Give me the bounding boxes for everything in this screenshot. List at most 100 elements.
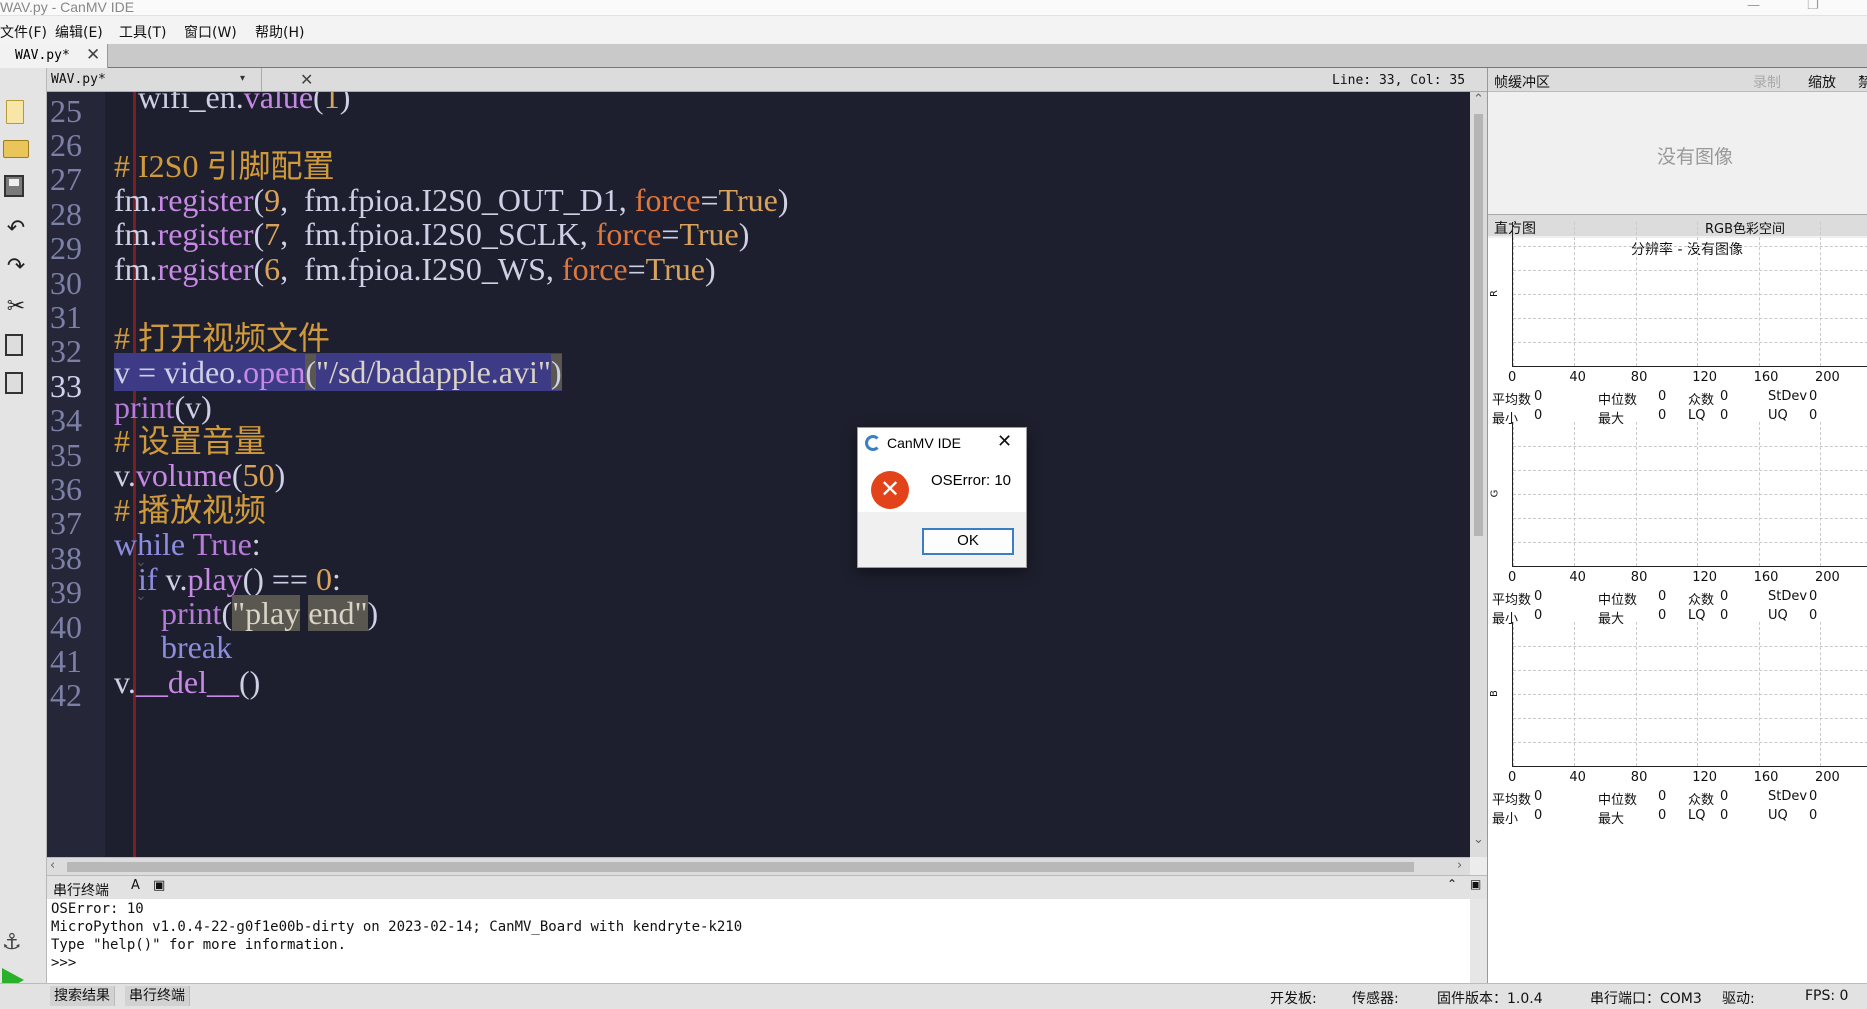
histogram-stat: 中位数	[1598, 593, 1638, 608]
histogram-stat: StDev	[1768, 789, 1808, 804]
code-editor[interactable]: 25 26 27 28 29 30 31 32 33 34 35 36 37 3…	[47, 92, 1470, 857]
code-line-33-selected: v = video.open("/sd/badapple.avi")	[114, 353, 562, 391]
x-tick-label: 0	[1508, 570, 1517, 585]
x-tick-label: 80	[1630, 570, 1648, 585]
scrollbar-thumb[interactable]	[67, 862, 1414, 872]
ok-button[interactable]: OK	[922, 528, 1014, 555]
histogram-stat: 0	[1809, 808, 1818, 823]
editor-header: WAV.py* ▾ ✕ Line: 33, Col: 35	[47, 68, 1487, 92]
dialog-title: CanMV IDE	[887, 435, 961, 451]
scroll-right-icon[interactable]: ›	[1457, 858, 1462, 873]
histogram-stat: 中位数	[1598, 393, 1638, 408]
record-button[interactable]: 录制	[1753, 72, 1781, 92]
editor-close-icon[interactable]: ✕	[300, 70, 313, 89]
left-toolbar: ↶ ↷ ✂ ⚓	[0, 68, 47, 1009]
histogram-stat: 0	[1658, 808, 1667, 823]
histogram-stat: UQ	[1768, 808, 1788, 823]
histogram-channel-r: R 0 40 80 120 160 200 平均数 0 中位数 0 众数 0 StDev 0 最小 0 最大 0 LQ…	[1488, 222, 1867, 427]
scroll-up-icon[interactable]: ⌃	[1473, 92, 1484, 107]
save-icon[interactable]	[4, 175, 24, 197]
file-select-label: WAV.py*	[51, 72, 106, 87]
histogram-stat: 0	[1658, 608, 1667, 623]
save-log-icon[interactable]: ▣	[153, 878, 165, 893]
x-tick-label: 160	[1753, 770, 1779, 785]
x-tick-label: 160	[1753, 370, 1779, 385]
fps-status: FPS: 0	[1805, 988, 1849, 1004]
menu-file[interactable]: 文件(F)	[0, 22, 47, 42]
line-number-gutter: 25 26 27 28 29 30 31 32 33 34 35 36 37 3…	[47, 92, 105, 857]
file-tab-wav[interactable]: WAV.py* ✕	[0, 44, 108, 68]
x-tick-label: 200	[1815, 370, 1840, 385]
tab-search-results[interactable]: 搜索结果	[50, 986, 115, 1006]
font-size-icon[interactable]: A	[131, 878, 140, 893]
code-line-27: # I2S0 引脚配置	[114, 148, 335, 184]
serial-terminal-output[interactable]: OSError: 10 MicroPython v1.0.4-22-g0f1e0…	[47, 899, 1470, 983]
grid-line	[1513, 694, 1867, 695]
x-tick-label: 40	[1569, 570, 1586, 585]
menu-window[interactable]: 窗口(W)	[184, 22, 237, 42]
close-icon[interactable]: ✕	[997, 431, 1012, 452]
file-select-dropdown[interactable]: WAV.py* ▾	[47, 68, 262, 92]
histogram-stat: 0	[1534, 589, 1543, 604]
histogram-stat: 0	[1534, 789, 1543, 804]
line-number-current: 33	[50, 368, 82, 404]
chevron-down-icon[interactable]: ▾	[240, 73, 245, 84]
serial-scrollbar[interactable]	[1470, 899, 1487, 983]
editor-vertical-scrollbar[interactable]: ⌃ ⌄	[1470, 92, 1487, 857]
histogram-stat: 0	[1658, 589, 1667, 604]
histogram-stat: 0	[1720, 789, 1729, 804]
histogram-stat: 0	[1809, 789, 1818, 804]
connect-icon[interactable]: ⚓	[2, 930, 32, 958]
x-tick-label: 80	[1630, 370, 1648, 385]
code-line-35: # 设置音量	[114, 423, 267, 459]
tab-serial-terminal[interactable]: 串行终端	[125, 986, 190, 1006]
histogram-plot	[1512, 622, 1867, 767]
file-tab-close-icon[interactable]: ✕	[86, 45, 100, 65]
maximize-pane-icon[interactable]: ▣	[1470, 877, 1481, 891]
histogram-stat: 0	[1658, 789, 1667, 804]
cut-icon[interactable]: ✂	[3, 294, 29, 320]
scroll-left-icon[interactable]: ‹	[50, 858, 55, 873]
histogram-plot	[1512, 222, 1867, 367]
scrollbar-thumb[interactable]	[1474, 114, 1483, 536]
line-number: 31	[50, 299, 82, 335]
line-number: 26	[50, 127, 82, 163]
histogram-stat: LQ	[1688, 408, 1706, 423]
paste-icon[interactable]	[5, 372, 23, 394]
undo-icon[interactable]: ↶	[3, 216, 29, 242]
zoom-button[interactable]: 缩放	[1808, 72, 1836, 92]
menu-help[interactable]: 帮助(H)	[255, 22, 304, 42]
grid-line	[1513, 646, 1867, 647]
histogram-stat: StDev	[1768, 589, 1808, 604]
line-number: 36	[50, 471, 82, 507]
histogram-stat: 平均数	[1492, 793, 1532, 808]
copy-icon[interactable]	[5, 334, 23, 356]
grid-line	[1513, 542, 1867, 543]
error-dialog: CanMV IDE ✕ ✕ OSError: 10 OK	[857, 427, 1027, 568]
redo-icon[interactable]: ↷	[3, 254, 29, 280]
histogram-stat: 平均数	[1492, 593, 1532, 608]
x-tick-label: 0	[1508, 770, 1517, 785]
disable-button[interactable]: 禁	[1858, 72, 1867, 92]
new-file-icon[interactable]	[6, 100, 24, 124]
collapse-icon[interactable]: ⌃	[1447, 877, 1457, 891]
code-line-30: fm.register(6, fm.fpioa.I2S0_WS, force=T…	[114, 251, 716, 287]
sensor-status: 传感器:	[1352, 991, 1399, 1007]
menu-bar: 文件(F) 编辑(E) 工具(T) 窗口(W) 帮助(H)	[0, 16, 1867, 44]
channel-label: R	[1488, 290, 1500, 297]
open-file-icon[interactable]	[3, 140, 29, 158]
line-number: 34	[50, 402, 82, 438]
menu-edit[interactable]: 编辑(E)	[55, 22, 103, 42]
scroll-down-icon[interactable]: ⌄	[1473, 832, 1484, 847]
x-tick-label: 0	[1508, 370, 1517, 385]
editor-horizontal-scrollbar[interactable]: ‹ ›	[47, 857, 1470, 875]
histogram-plot	[1512, 422, 1867, 567]
x-tick-label: 120	[1692, 370, 1718, 385]
grid-line	[1513, 494, 1867, 495]
status-bar: 搜索结果 串行终端 开发板: 传感器: 固件版本：1.0.4 串行端口：COM3…	[0, 983, 1867, 1009]
x-tick-label: 160	[1753, 570, 1779, 585]
histogram-stat: 0	[1720, 608, 1729, 623]
menu-tools[interactable]: 工具(T)	[119, 22, 166, 42]
maximize-icon[interactable]: ❐	[1807, 0, 1819, 12]
minimize-icon[interactable]: —	[1747, 0, 1760, 12]
